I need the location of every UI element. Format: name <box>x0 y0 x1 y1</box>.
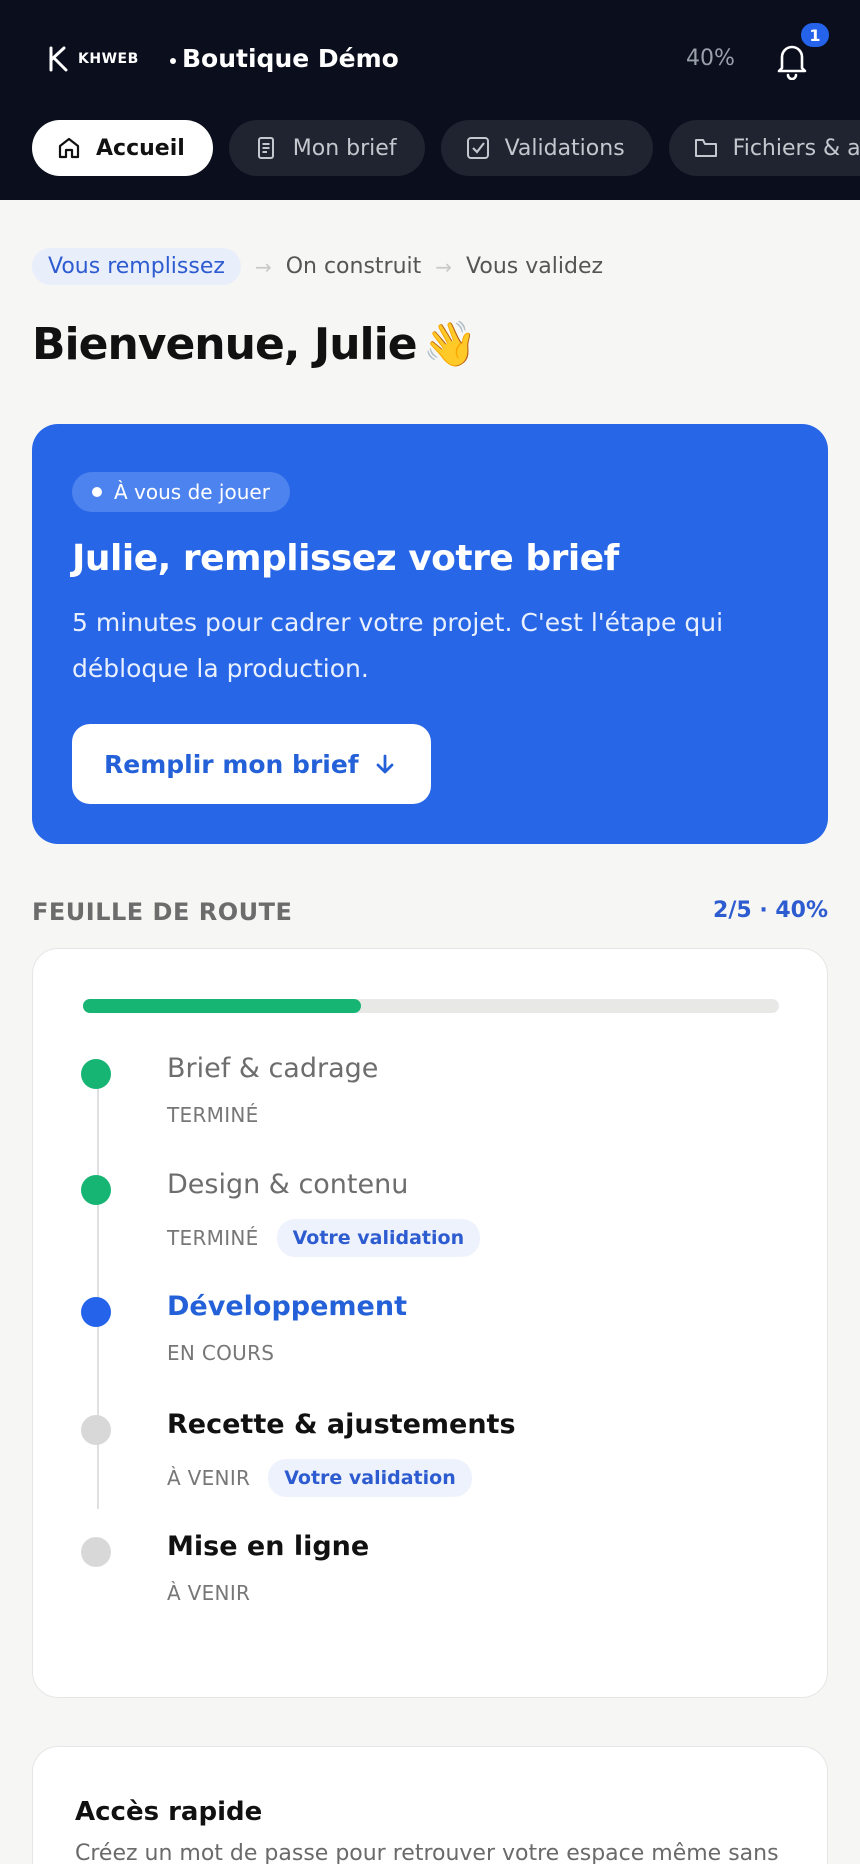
home-icon <box>58 137 80 159</box>
milestone-name: Développement <box>167 1291 407 1322</box>
milestone-name: Brief & cadrage <box>167 1053 379 1084</box>
brief-call-to-action-card: À vous de jouer Julie, remplissez votre … <box>32 424 828 844</box>
process-steps: Vous remplissez → On construit → Vous va… <box>32 248 603 285</box>
milestone-upcoming-bullet <box>81 1415 111 1445</box>
milestone-done-bullet <box>81 1175 111 1205</box>
step: Vous validez <box>466 254 604 279</box>
fill-brief-button[interactable]: Remplir mon brief <box>72 724 431 804</box>
arrow-right-icon: → <box>435 254 453 279</box>
milestone-status: TERMINÉ <box>167 1226 259 1250</box>
logo[interactable]: KHWEB <box>48 46 139 72</box>
progress-bar <box>83 999 779 1013</box>
roadmap-summary: 2/5 · 40% <box>713 898 828 923</box>
project-title: Boutique Démo <box>182 44 399 73</box>
quick-access-title: Accès rapide <box>75 1797 263 1827</box>
step-current: Vous remplissez <box>32 248 241 285</box>
status-pill: À vous de jouer <box>72 472 290 512</box>
top-bar: KHWEB Boutique Démo 40% 1 Accueil Mon br… <box>0 0 860 200</box>
hero-description: 5 minutes pour cadrer votre projet. C'es… <box>72 608 724 683</box>
khweb-logo-icon <box>49 46 68 72</box>
milestone-done-bullet <box>81 1059 111 1089</box>
checkbox-icon <box>466 137 489 159</box>
quick-access-description: Créez un mot de passe pour retrouver vot… <box>75 1841 779 1864</box>
roadmap-card: Brief & cadrage TERMINÉ Design & contenu… <box>32 948 828 1698</box>
milestone-status: À VENIR <box>167 1466 251 1490</box>
hero-title: Julie, remplissez votre brief <box>72 538 619 579</box>
milestone-name: Recette & ajustements <box>167 1409 516 1440</box>
step: On construit <box>285 254 422 279</box>
tab-label: Validations <box>504 135 625 161</box>
quick-access-card: Accès rapide Créez un mot de passe pour … <box>32 1746 828 1864</box>
tab-label: Mon brief <box>292 135 397 161</box>
milestone-status: EN COURS <box>167 1341 275 1365</box>
milestone-status: À VENIR <box>167 1581 251 1605</box>
tab-label: Fichiers & a <box>732 135 860 161</box>
validation-badge[interactable]: Votre validation <box>268 1459 472 1497</box>
milestone-name: Mise en ligne <box>167 1531 370 1562</box>
validation-badge[interactable]: Votre validation <box>276 1219 481 1257</box>
milestone-status: TERMINÉ <box>167 1103 259 1127</box>
tab-fichiers[interactable]: Fichiers & a <box>668 120 860 176</box>
folder-icon <box>694 139 717 157</box>
milestone-name: Design & contenu <box>167 1169 409 1200</box>
nav-tabs: Accueil Mon brief Validations Fichiers &… <box>32 120 860 176</box>
dot-icon <box>92 487 102 497</box>
tab-validations[interactable]: Validations <box>440 120 653 176</box>
arrow-down-icon <box>376 754 394 774</box>
roadmap-title: FEUILLE DE ROUTE <box>32 898 293 926</box>
logo-text: KHWEB <box>78 51 139 67</box>
progress-bar-fill <box>83 999 362 1013</box>
waving-hand-icon: 👋 <box>422 319 478 370</box>
milestone-upcoming-bullet <box>81 1537 111 1567</box>
tab-accueil[interactable]: Accueil <box>32 120 213 176</box>
arrow-right-icon: → <box>254 254 272 279</box>
milestone-current-bullet <box>81 1297 111 1327</box>
header-progress: 40% <box>686 46 735 71</box>
notification-badge: 1 <box>798 20 832 50</box>
page-title: Bienvenue, Julie 👋 <box>32 318 478 371</box>
document-icon <box>257 137 274 159</box>
tab-mon-brief[interactable]: Mon brief <box>228 120 425 176</box>
tab-label: Accueil <box>96 135 185 161</box>
